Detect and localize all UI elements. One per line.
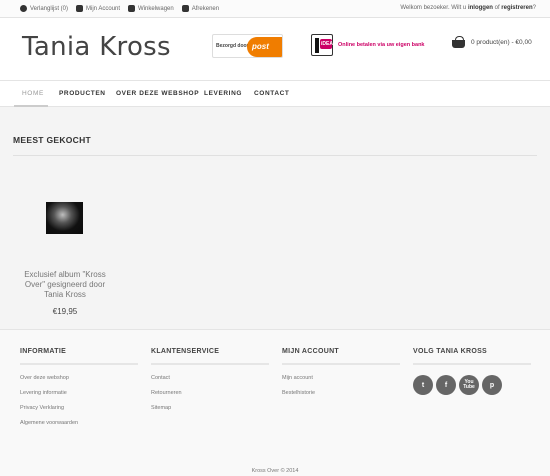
cart-link[interactable]: Winkelwagen	[128, 5, 174, 12]
footer-link[interactable]: Over deze webshop	[20, 375, 138, 381]
nav-home[interactable]: Home	[22, 90, 44, 97]
footer-col-klantenservice: Klantenservice Contact Retourneren Sitem…	[151, 348, 269, 420]
nav-contact[interactable]: Contact	[254, 90, 290, 97]
main-content: Meest gekocht Exclusief album "Kross Ove…	[0, 107, 550, 329]
top-bar: Verlanglijst (0) Mijn Account Winkelwage…	[0, 0, 550, 18]
wishlist-link[interactable]: Verlanglijst (0)	[20, 5, 68, 12]
ideal-tagline: Online betalen via uw eigen bank	[338, 42, 425, 48]
basket-icon	[451, 36, 466, 49]
cart-label: Winkelwagen	[138, 5, 174, 12]
welcome-suffix: ?	[532, 5, 536, 11]
nav-levering[interactable]: Levering	[204, 90, 242, 97]
main-nav: Home Producten Over deze webshop Leverin…	[0, 80, 550, 107]
footer-col-informatie: Informatie Over deze webshop Levering in…	[20, 348, 138, 435]
footer-link[interactable]: Mijn account	[282, 375, 400, 381]
nav-producten[interactable]: Producten	[59, 90, 106, 97]
postnl-text: Bezorgd door	[216, 43, 249, 49]
copyright: Kross Over © 2014	[251, 468, 299, 474]
account-link[interactable]: Mijn Account	[76, 5, 120, 12]
site-logo[interactable]: Tania Kross	[22, 32, 171, 62]
user-icon	[76, 5, 84, 12]
checkout-label: Afrekenen	[191, 5, 220, 12]
checkout-link[interactable]: Afrekenen	[181, 5, 220, 12]
social-links: t f You Tube p	[413, 375, 531, 395]
wishlist-label: Verlanglijst (0)	[30, 5, 69, 12]
heart-icon	[20, 5, 27, 12]
postnl-logo-text: post	[252, 42, 269, 51]
welcome-message: Welkom bezoeker. Wilt u inloggen of regi…	[400, 5, 536, 11]
footer-col-title: Informatie	[20, 348, 138, 365]
nav-over-deze-webshop[interactable]: Over deze webshop	[116, 90, 199, 97]
header-cart[interactable]: 0 product(en) - €0,00	[451, 36, 532, 49]
section-divider	[13, 155, 537, 156]
login-link[interactable]: inloggen	[468, 5, 493, 11]
footer-col-title: Mijn account	[282, 348, 400, 365]
postnl-logo: post	[247, 37, 282, 57]
top-links: Verlanglijst (0) Mijn Account Winkelwage…	[20, 5, 219, 12]
footer-col-title: Klantenservice	[151, 348, 269, 365]
footer-link[interactable]: Contact	[151, 375, 269, 381]
ideal-badge-text: iDEAL	[321, 41, 336, 47]
footer: Informatie Over deze webshop Levering in…	[0, 329, 550, 476]
register-link[interactable]: registreren	[501, 5, 532, 11]
ideal-logo: iDEAL	[311, 34, 336, 56]
facebook-icon[interactable]: f	[436, 375, 456, 395]
welcome-prefix: Welkom bezoeker. Wilt u	[400, 5, 468, 11]
product-name[interactable]: Exclusief album "Kross Over" gesigneerd …	[15, 270, 115, 300]
footer-col-mijn-account: Mijn account Mijn account Bestelhistorie	[282, 348, 400, 405]
twitter-icon[interactable]: t	[413, 375, 433, 395]
footer-link[interactable]: Bestelhistorie	[282, 390, 400, 396]
footer-link[interactable]: Privacy Verklaring	[20, 405, 138, 411]
checkout-icon	[181, 5, 189, 12]
product-image[interactable]	[46, 202, 83, 234]
bag-icon	[128, 5, 136, 12]
postnl-banner: Bezorgd door post	[212, 34, 283, 58]
footer-link[interactable]: Algemene voorwaarden	[20, 420, 138, 426]
footer-link[interactable]: Retourneren	[151, 390, 269, 396]
cart-summary: 0 product(en) - €0,00	[471, 39, 532, 46]
youtube-icon[interactable]: You Tube	[459, 375, 479, 395]
header: Tania Kross Bezorgd door post iDEAL Onli…	[0, 18, 550, 80]
footer-col-title: Volg Tania Kross	[413, 348, 531, 365]
product-price: €19,95	[52, 307, 78, 316]
pinterest-icon[interactable]: p	[482, 375, 502, 395]
footer-link[interactable]: Sitemap	[151, 405, 269, 411]
section-title: Meest gekocht	[13, 135, 92, 145]
ideal-banner: iDEAL Online betalen via uw eigen bank	[311, 34, 425, 58]
account-label: Mijn Account	[86, 5, 121, 12]
footer-link[interactable]: Levering informatie	[20, 390, 138, 396]
footer-col-social: Volg Tania Kross t f You Tube p	[413, 348, 531, 395]
